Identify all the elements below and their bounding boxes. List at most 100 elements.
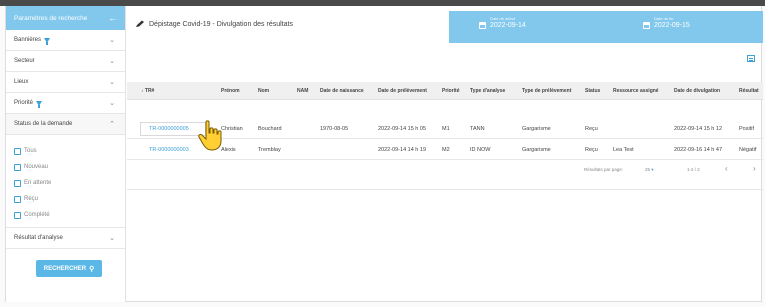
per-page-label: Résultats par page: <box>584 167 624 172</box>
screen: Paramètres de recherche ← Bannières ⌄ Se… <box>0 0 765 307</box>
caret-down-icon: ▾ <box>651 167 654 172</box>
cell-nom: Tremblay <box>258 147 281 153</box>
column-header-nom[interactable]: Nom <box>258 88 269 94</box>
pager-range: 1-2 / 2 <box>687 167 700 172</box>
cell-priorite: M2 <box>442 147 450 153</box>
columns-icon[interactable] <box>747 55 755 62</box>
status-option-nouveau[interactable]: Nouveau <box>14 159 125 175</box>
cell-resultat: Positif <box>739 126 754 132</box>
column-header-tr[interactable]: ↓ TR# <box>141 88 154 94</box>
checkbox[interactable] <box>14 163 21 171</box>
next-page-button[interactable]: › <box>753 164 756 176</box>
status-option-label: Tous <box>24 148 37 154</box>
checkbox[interactable] <box>14 195 21 203</box>
tr-number-link[interactable]: TR-0000000003 <box>149 147 189 153</box>
status-option-label: Reçu <box>24 196 39 202</box>
column-header-date-prelevement[interactable]: Date de prélèvement <box>378 88 427 94</box>
search-button[interactable]: RECHERCHER ⚲ <box>36 260 102 277</box>
column-header-ressource[interactable]: Ressource assigné <box>613 88 659 94</box>
cell-status: Reçu <box>585 126 598 132</box>
filter-status[interactable]: Status de la demande ⌃ <box>6 114 125 135</box>
cell-date-divulgation: 2022-09-16 14 h 47 <box>674 147 723 153</box>
chevron-up-icon: ⌃ <box>109 121 115 128</box>
start-date-label: Date de début <box>490 16 516 21</box>
filter-bannieres-label: Bannières <box>14 37 42 43</box>
filter-icon <box>36 100 43 108</box>
filter-bannieres[interactable]: Bannières ⌄ <box>6 30 125 51</box>
status-option-label: En attente <box>24 180 52 186</box>
status-option-label: Nouveau <box>24 164 49 170</box>
start-date-picker[interactable]: Date de début 2022-09-14 <box>449 11 633 43</box>
cell-ressource: Lea Test <box>613 147 634 153</box>
column-header-prenom[interactable]: Prénom <box>221 88 240 94</box>
cell-priorite: M1 <box>442 126 450 132</box>
search-button-label: RECHERCHER <box>43 265 87 272</box>
column-header-status[interactable]: Status <box>585 88 600 94</box>
cell-status: Reçu <box>585 147 598 153</box>
end-date-picker[interactable]: Date de fin 2022-09-15 <box>633 11 763 43</box>
cell-resultat: Négatif <box>739 147 757 153</box>
status-option-en-attente[interactable]: En attente <box>14 175 125 191</box>
checkbox[interactable] <box>14 211 21 219</box>
status-option-recu[interactable]: Reçu <box>14 191 125 207</box>
calendar-icon <box>479 22 486 29</box>
start-date-value: 2022-09-14 <box>490 22 526 29</box>
status-option-label: Complété <box>24 212 50 218</box>
filter-priorite[interactable]: Priorité ⌄ <box>6 93 125 114</box>
column-header-date-divulgation[interactable]: Date de divulgation <box>674 88 720 94</box>
chevron-down-icon: ⌄ <box>109 235 115 242</box>
chevron-down-icon: ⌄ <box>109 79 115 86</box>
search-sidebar: Paramètres de recherche ← Bannières ⌄ Se… <box>6 6 126 302</box>
cell-type-analyse: TANN <box>470 126 485 132</box>
filter-resultat[interactable]: Résultat d'analyse ⌄ <box>6 228 125 249</box>
filter-lieux[interactable]: Lieux ⌄ <box>6 72 125 93</box>
per-page-select[interactable]: 25 ▾ <box>645 167 654 179</box>
cell-nom: Bouchard <box>258 126 282 132</box>
cell-date-divulgation: 2022-09-14 15 h 12 <box>674 126 723 132</box>
tr-number-link[interactable]: TR-0000000005 <box>149 126 189 132</box>
app-window: Paramètres de recherche ← Bannières ⌄ Se… <box>5 6 763 302</box>
filter-status-label: Status de la demande <box>14 121 73 127</box>
chevron-down-icon: ⌄ <box>109 37 115 44</box>
chevron-down-icon: ⌄ <box>109 100 115 107</box>
divider <box>127 189 763 190</box>
cell-date-prelevement: 2022-09-14 14 h 19 <box>378 147 427 153</box>
search-icon: ⚲ <box>89 265 95 273</box>
status-option-complete[interactable]: Complété <box>14 207 125 223</box>
arrow-left-icon[interactable]: ← <box>108 13 117 23</box>
filter-icon <box>44 37 51 45</box>
column-header-date-naissance[interactable]: Date de naissance <box>320 88 364 94</box>
filter-resultat-label: Résultat d'analyse <box>14 235 63 241</box>
column-header-priorite[interactable]: Priorité <box>442 88 460 94</box>
chevron-down-icon: ⌄ <box>109 58 115 65</box>
sidebar-header: Paramètres de recherche ← <box>6 6 125 30</box>
main-content: Dépistage Covid-19 - Divulgation des rés… <box>127 6 763 302</box>
column-header-nam[interactable]: NAM <box>297 88 308 94</box>
column-header-type-prelevement[interactable]: Type de prélèvement <box>522 88 571 94</box>
column-header-resultat[interactable]: Résultat <box>739 88 759 94</box>
pencil-icon <box>136 20 144 27</box>
table-header: ↓ TR# Prénom Nom NAM Date de naissance D… <box>127 82 763 100</box>
per-page-value: 25 <box>645 167 651 172</box>
cell-date-prelevement: 2022-09-14 15 h 05 <box>378 126 427 132</box>
status-option-tous[interactable]: Tous <box>14 143 125 159</box>
filter-priorite-label: Priorité <box>14 100 34 106</box>
cell-date-naissance: 1970-08-05 <box>320 126 349 132</box>
filter-lieux-label: Lieux <box>14 79 29 85</box>
calendar-icon <box>643 22 650 29</box>
status-checklist: Tous Nouveau En attente Reçu Complété <box>6 135 125 228</box>
end-date-value: 2022-09-15 <box>654 22 690 29</box>
filter-secteur[interactable]: Secteur ⌄ <box>6 51 125 72</box>
page-title-text: Dépistage Covid-19 - Divulgation des rés… <box>149 20 293 28</box>
prev-page-button[interactable]: ‹ <box>725 164 728 176</box>
hand-cursor-icon <box>198 120 222 151</box>
column-header-type-analyse[interactable]: Type d'analyse <box>470 88 505 94</box>
cell-type-analyse: ID NOW <box>470 147 491 153</box>
page-title: Dépistage Covid-19 - Divulgation des rés… <box>135 20 293 28</box>
end-date-label: Date de fin <box>654 16 674 21</box>
cell-type-prelevement: Gargarisme <box>522 126 551 132</box>
checkbox[interactable] <box>14 179 21 187</box>
sidebar-title: Paramètres de recherche <box>14 14 88 22</box>
checkbox[interactable] <box>14 147 21 155</box>
cell-type-prelevement: Gargarisme <box>522 147 551 153</box>
